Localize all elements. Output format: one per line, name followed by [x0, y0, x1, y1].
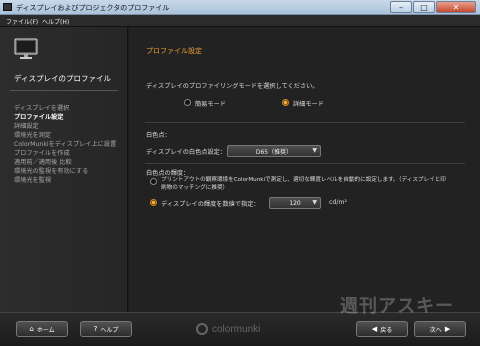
menu-bar: ファイル(F) ヘルプ(H) — [0, 15, 480, 27]
luminance-dropdown[interactable]: 120 ▼ — [269, 197, 321, 209]
sidebar-heading: ディスプレイのプロファイル — [14, 74, 111, 83]
minimize-button[interactable]: – — [390, 1, 412, 13]
divider — [145, 122, 465, 123]
back-button[interactable]: ◀ 戻る — [356, 321, 408, 337]
sidebar-divider — [10, 90, 118, 91]
luminance-unit: cd/m² — [329, 199, 347, 206]
menu-help[interactable]: ヘルプ(H) — [42, 17, 69, 26]
step-enable-monitoring: 環境光の監視を有効にする — [14, 168, 89, 175]
label-advanced-mode: 詳細モード — [293, 101, 324, 108]
title-bar: ディスプレイおよびプロジェクタのプロファイル – □ ✕ — [0, 0, 480, 15]
dropdown-arrow-icon: ▼ — [312, 199, 317, 206]
radio-manual-luminance[interactable] — [150, 199, 157, 206]
step-place-device: ColorMunkiをディスプレイ上に設置 — [14, 141, 117, 148]
brand-name: colormunki — [212, 323, 261, 335]
mode-instruction: ディスプレイのプロファイリングモードを選択してください。 — [146, 83, 319, 90]
next-button[interactable]: 次へ ▶ — [414, 321, 466, 337]
back-label: 戻る — [380, 326, 393, 334]
whitepoint-dropdown[interactable]: D65（推奨） ▼ — [227, 145, 321, 157]
radio-auto-luminance[interactable] — [150, 178, 157, 185]
help-button[interactable]: ? ヘルプ — [80, 321, 132, 337]
step-monitor-ambient: 環境光を監視 — [14, 177, 52, 184]
menu-file[interactable]: ファイル(F) — [6, 17, 38, 26]
help-icon: ? — [93, 325, 98, 333]
home-button[interactable]: ⌂ ホーム — [16, 321, 68, 337]
whitepoint-value: D65（推奨） — [255, 148, 293, 156]
step-compare: 適用前／適用後 比較 — [14, 159, 72, 166]
brand-mark-icon — [196, 323, 208, 335]
dropdown-arrow-icon: ▼ — [312, 147, 317, 154]
step-list: ディスプレイを選択 プロファイル設定 詳細設定 環境光を測定 ColorMunk… — [14, 104, 126, 185]
step-select-display: ディスプレイを選択 — [14, 105, 70, 112]
maximize-button[interactable]: □ — [413, 1, 435, 13]
close-button[interactable]: ✕ — [436, 1, 476, 13]
help-label: ヘルプ — [100, 326, 119, 334]
manual-luminance-label: ディスプレイの輝度を数値で指定： — [161, 201, 260, 208]
luminance-value: 120 — [289, 199, 301, 207]
step-create-profile: プロファイルを作成 — [14, 150, 70, 157]
back-arrow-icon: ◀ — [371, 325, 378, 333]
whitepoint-heading: 白色点： — [146, 132, 171, 139]
window-title: ディスプレイおよびプロジェクタのプロファイル — [16, 4, 170, 12]
colormunki-logo: colormunki — [196, 323, 260, 335]
monitor-icon — [14, 38, 38, 59]
section-title: プロファイル設定 — [146, 47, 202, 55]
auto-luminance-text: プリントアウトの観察環境をColorMunkiで測定し、適切な輝度レベルを自動的… — [161, 177, 446, 191]
watermark: 週刊アスキー — [340, 296, 454, 317]
step-advanced: 詳細設定 — [14, 123, 39, 130]
next-arrow-icon: ▶ — [444, 325, 451, 333]
sidebar: ディスプレイのプロファイル ディスプレイを選択 プロファイル設定 詳細設定 環境… — [0, 27, 128, 312]
whitepoint-label: ディスプレイの白色点設定： — [146, 149, 227, 156]
next-label: 次へ — [429, 326, 442, 334]
window-controls: – □ ✕ — [390, 1, 476, 13]
step-profile-settings: プロファイル設定 — [14, 114, 64, 121]
radio-advanced-mode[interactable] — [282, 99, 289, 106]
step-measure-ambient: 環境光を測定 — [14, 132, 52, 139]
app-icon — [3, 3, 12, 11]
label-easy-mode: 簡易モード — [195, 101, 226, 108]
home-label: ホーム — [36, 326, 55, 334]
home-icon: ⌂ — [29, 325, 34, 333]
radio-easy-mode[interactable] — [184, 99, 191, 106]
divider — [145, 163, 465, 164]
main-panel: プロファイル設定 ディスプレイのプロファイリングモードを選択してください。 簡易… — [129, 27, 480, 312]
